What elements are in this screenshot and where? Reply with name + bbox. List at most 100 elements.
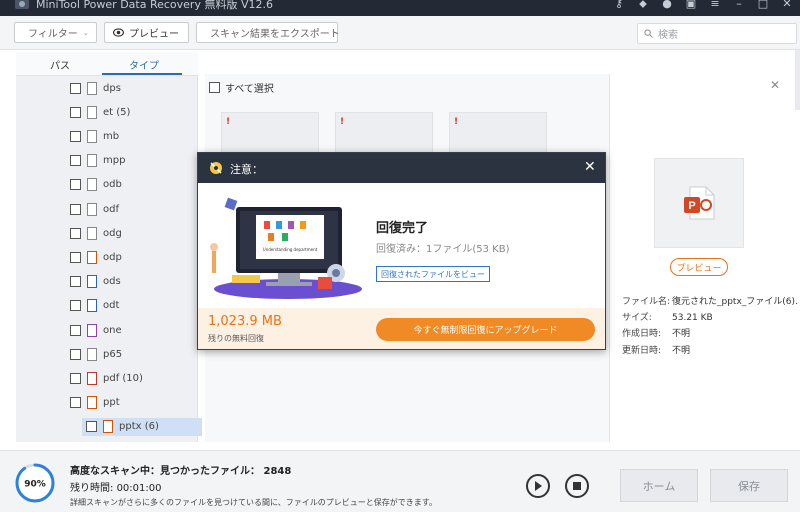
progress-percent: 90% xyxy=(24,480,46,490)
cart-icon[interactable]: ▣ xyxy=(684,0,698,11)
file-type-label: dps xyxy=(103,82,121,94)
minimize-icon[interactable]: – xyxy=(732,0,746,11)
preview-close-icon[interactable]: ✕ xyxy=(770,78,780,92)
recovery-complete-dialog: 注意： ✕ Understanding department 回復完了 回復済み… xyxy=(197,152,606,350)
stop-icon xyxy=(573,482,581,490)
stop-button[interactable] xyxy=(565,474,589,498)
file-type-item[interactable]: odb xyxy=(70,176,122,194)
file-type-checkbox[interactable] xyxy=(70,372,81,384)
view-tabs: パス タイプ xyxy=(16,52,198,76)
dialog-footer: 1,023.9 MB 残りの無料回復 今すぐ無制限回復にアップグレード xyxy=(198,308,605,349)
filter-button-label: フィルター xyxy=(28,29,78,40)
preview-toolbar-label: プレビュー xyxy=(129,29,179,40)
pptx-file-icon xyxy=(103,420,113,434)
upgrade-button[interactable]: 今すぐ無制限回復にアップグレード xyxy=(376,318,595,341)
file-type-item[interactable]: pdf (10) xyxy=(70,369,143,387)
dialog-heading: 回復完了 xyxy=(376,221,429,236)
onenote-file-icon xyxy=(87,323,97,337)
file-type-item[interactable]: p65 xyxy=(70,345,122,363)
file-type-item[interactable]: odp xyxy=(70,248,122,266)
filter-button[interactable]: フィルター ⌄ xyxy=(14,22,97,43)
home-button[interactable]: ホーム xyxy=(620,469,698,502)
background-window-fragment xyxy=(795,50,800,110)
file-type-checkbox[interactable] xyxy=(70,106,81,118)
file-icon xyxy=(87,178,97,192)
dialog-header: 注意： ✕ xyxy=(198,153,605,183)
file-type-item[interactable]: mb xyxy=(70,127,119,145)
menu-icon[interactable]: ≡ xyxy=(708,0,722,11)
resume-button[interactable] xyxy=(526,474,550,498)
file-type-item[interactable]: ods xyxy=(70,273,121,291)
preview-toolbar-button[interactable]: プレビュー xyxy=(104,22,189,43)
dialog-close-icon[interactable]: ✕ xyxy=(584,159,596,175)
file-icon xyxy=(87,202,97,216)
file-icon xyxy=(87,129,97,143)
notice-icon xyxy=(210,162,222,174)
search-input[interactable]: 検索 xyxy=(637,23,797,44)
file-type-checkbox[interactable] xyxy=(70,179,81,191)
view-recovered-files-button[interactable]: 回復されたファイルをビュー xyxy=(376,266,490,282)
left-panel: パス タイプ dps et (5) mb mpp odb odf odg odp ods odt o… xyxy=(16,52,209,442)
file-type-item[interactable]: odg xyxy=(70,224,122,242)
file-type-checkbox[interactable] xyxy=(70,348,81,360)
play-icon xyxy=(535,481,542,491)
tab-type[interactable]: タイプ xyxy=(129,57,159,72)
warning-icon: ! xyxy=(454,117,459,127)
select-all[interactable]: すべて選択 xyxy=(209,80,274,95)
file-type-label: odt xyxy=(103,300,120,312)
status-bar: 90% 高度なスキャン中：見つかったファイル： 2848 残り時間: 00:01… xyxy=(0,450,800,512)
file-type-checkbox[interactable] xyxy=(70,251,81,263)
recovered-summary: 回復済み：1ファイル(53 KB) xyxy=(376,244,510,255)
file-type-label: pptx (6) xyxy=(119,421,159,433)
save-button[interactable]: 保存 xyxy=(710,469,788,502)
file-type-item[interactable]: odf xyxy=(70,200,119,218)
title-bar-controls: ⚷ ⬥ ● ▣ ≡ – □ ✕ xyxy=(612,0,794,11)
select-all-checkbox[interactable] xyxy=(209,82,220,93)
odp-file-icon xyxy=(87,250,97,264)
file-type-item[interactable]: mpp xyxy=(70,152,125,170)
progress-ring: 90% xyxy=(15,463,55,503)
file-type-checkbox[interactable] xyxy=(86,421,97,433)
info-modified: 更新日時: 不明 xyxy=(622,346,691,356)
file-icon xyxy=(87,226,97,240)
file-type-checkbox[interactable] xyxy=(70,300,81,312)
warning-icon: ! xyxy=(340,117,345,127)
select-all-label: すべて選択 xyxy=(225,84,274,95)
support-icon[interactable]: ● xyxy=(660,0,674,11)
file-type-item[interactable]: ppt xyxy=(70,394,120,412)
file-icon xyxy=(87,347,97,361)
file-type-checkbox[interactable] xyxy=(70,227,81,239)
file-type-checkbox[interactable] xyxy=(70,130,81,142)
info-filename: ファイル名: 復元された_pptx_ファイル(6). xyxy=(622,297,798,307)
tab-path[interactable]: パス xyxy=(50,57,70,72)
file-type-checkbox[interactable] xyxy=(70,155,81,167)
file-type-item[interactable]: odt xyxy=(70,297,119,315)
file-type-checkbox[interactable] xyxy=(70,397,81,409)
free-recovery-size: 1,023.9 MB xyxy=(208,314,282,329)
close-icon[interactable]: ✕ xyxy=(780,0,794,11)
file-type-item[interactable]: one xyxy=(70,321,122,339)
dialog-title: 注意： xyxy=(230,163,263,176)
file-type-item[interactable]: dps xyxy=(70,79,121,97)
file-type-label: mb xyxy=(103,130,120,142)
file-type-checkbox[interactable] xyxy=(70,82,81,94)
file-type-label: ppt xyxy=(103,397,120,409)
file-type-checkbox[interactable] xyxy=(70,324,81,336)
recovery-illustration: Understanding department xyxy=(210,197,362,299)
export-results-label: スキャン結果をエクスポート xyxy=(210,29,340,40)
preview-button[interactable]: プレビュー xyxy=(670,258,728,276)
file-type-item[interactable]: pptx (6) xyxy=(82,417,202,436)
file-type-checkbox[interactable] xyxy=(70,203,81,215)
key-icon[interactable]: ⚷ xyxy=(612,0,626,11)
file-type-label: mpp xyxy=(103,155,126,167)
file-type-item[interactable]: et (5) xyxy=(70,103,130,121)
preview-panel: ✕ P プレビュー ファイル名: 復元された_pptx_ファイル(6). サイズ:… xyxy=(609,74,798,442)
maximize-icon[interactable]: □ xyxy=(756,0,770,11)
pdf-file-icon xyxy=(87,371,97,385)
export-results-button[interactable]: スキャン結果をエクスポート xyxy=(196,22,340,43)
pin-icon[interactable]: ⬥ xyxy=(636,0,650,11)
search-placeholder: 検索 xyxy=(658,30,678,41)
file-type-checkbox[interactable] xyxy=(70,276,81,288)
scan-note: 詳細スキャンがさらに多くのファイルを見つけている間に、ファイルのプレビューと保存… xyxy=(70,498,437,507)
eye-icon xyxy=(113,28,124,37)
